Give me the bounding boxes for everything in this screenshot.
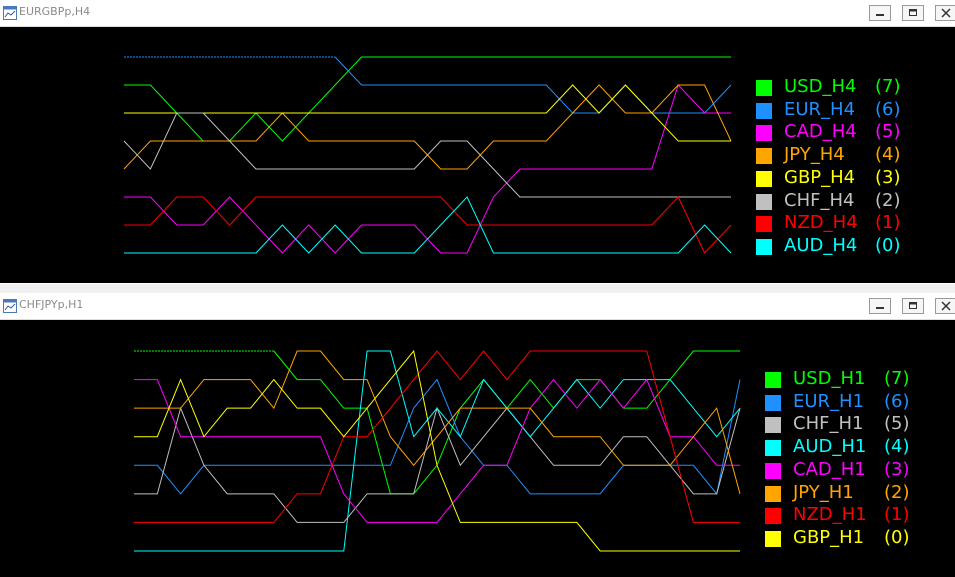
legend-swatch: [765, 372, 781, 388]
minimize-icon: [876, 14, 884, 16]
legend-swatch: [765, 462, 781, 479]
legend-swatch: [765, 394, 781, 411]
legend-label: JPY_H4: [784, 144, 845, 166]
chart-plot-area[interactable]: USD_H1 (7) EUR_H1 (6) CHF_H1 (5) AUD_H1 (4) CAD_…: [0, 320, 955, 577]
legend-swatch: [756, 125, 772, 142]
legend-label: USD_H4: [784, 76, 857, 97]
legend-label: EUR_H4: [784, 98, 856, 120]
close-icon: [941, 301, 951, 311]
chart-window-icon: [3, 298, 17, 313]
window-title-bar[interactable]: CHFJPYp,H1: [0, 293, 955, 320]
legend-swatch: [756, 80, 772, 96]
chart-plot-area[interactable]: USD_H4 (7) EUR_H4 (6) CAD_H4 (5) JPY_H4 (4) GBP_…: [0, 27, 955, 283]
window-title-bar[interactable]: EURGBPp,H4: [0, 0, 955, 27]
legend-label: CAD_H1: [793, 458, 866, 480]
legend-label: AUD_H1: [793, 436, 867, 458]
legend-label: GBP_H1: [793, 526, 865, 548]
legend-rank: (6): [884, 390, 910, 412]
series-line-gbp-h1: [134, 349, 740, 552]
legend-label: USD_H1: [793, 368, 866, 389]
series-line-jpy-h4: [123, 84, 732, 170]
legend-swatch: [756, 170, 772, 187]
series-line-jpy-h1: [134, 350, 741, 494]
minimize-icon: [876, 307, 884, 309]
close-icon: [941, 8, 951, 18]
legend-swatch: [756, 238, 772, 255]
legend-swatch: [765, 417, 781, 434]
legend-label: NZD_H4: [784, 212, 858, 234]
legend-label: AUD_H4: [784, 234, 858, 256]
legend-rank: (0): [875, 234, 901, 256]
chart-window-icon: [3, 5, 17, 20]
legend-rank: (6): [875, 98, 901, 120]
restore-button[interactable]: [902, 298, 924, 314]
series-line-chf-h4: [123, 112, 731, 198]
series-line-aud-h1: [134, 350, 741, 552]
legend-swatch: [765, 508, 781, 525]
legend-label: JPY_H1: [793, 481, 854, 503]
close-button[interactable]: [935, 5, 955, 21]
window-title: CHFJPYp,H1: [19, 298, 84, 311]
series-line-cad-h4: [124, 84, 731, 254]
series-line-usd-h1: [273, 350, 740, 495]
series-line-usd-h4: [124, 56, 731, 142]
minimize-button[interactable]: [869, 5, 891, 21]
legend-label: GBP_H4: [784, 166, 856, 188]
legend-rank: (2): [875, 189, 901, 211]
legend-rank: (7): [884, 368, 910, 389]
chart-legend: USD_H4 (7) EUR_H4 (6) CAD_H4 (5) JPY_H4 (4) GBP_…: [756, 76, 936, 256]
legend-rank: (2): [884, 481, 910, 503]
legend-label: CAD_H4: [784, 121, 857, 143]
legend-rank: (5): [884, 413, 910, 435]
legend-rank: (3): [884, 458, 910, 480]
chart-window-eurgbp: EURGBPp,H4 USD_H4 (7) EUR_H4 (6) CAD_H4 (5) JP…: [0, 0, 955, 284]
series-line-nzd-h4: [124, 196, 732, 254]
window-title: EURGBPp,H4: [19, 5, 91, 18]
legend-swatch: [765, 485, 781, 502]
legend-swatch: [756, 148, 772, 165]
legend-rank: (5): [875, 121, 901, 143]
legend-label: EUR_H1: [793, 390, 865, 412]
minimize-button[interactable]: [869, 298, 891, 314]
legend-swatch: [765, 440, 781, 457]
legend-rank: (1): [884, 504, 910, 526]
restore-icon: [909, 9, 917, 16]
restore-button[interactable]: [902, 5, 924, 21]
legend-swatch: [756, 216, 772, 233]
legend-rank: (1): [875, 212, 901, 234]
legend-rank: (3): [875, 166, 901, 188]
chart-legend: USD_H1 (7) EUR_H1 (6) CHF_H1 (5) AUD_H1 (4) CAD_…: [765, 368, 945, 553]
legend-swatch: [765, 530, 781, 547]
legend-rank: (0): [884, 526, 910, 548]
legend-label: CHF_H4: [784, 189, 855, 211]
legend-swatch: [756, 102, 772, 119]
legend-label: NZD_H1: [793, 504, 867, 526]
restore-icon: [909, 302, 917, 309]
legend-swatch: [756, 193, 772, 210]
legend-label: CHF_H1: [793, 413, 864, 435]
legend-rank: (7): [875, 76, 901, 97]
legend-rank: (4): [884, 436, 910, 458]
legend-rank: (4): [875, 144, 901, 166]
series-line-cad-h1: [134, 378, 740, 523]
close-button[interactable]: [935, 298, 955, 314]
chart-window-chfjpy: CHFJPYp,H1 USD_H1 (7) EUR_H1 (6) CHF_H1 (5) AU…: [0, 293, 955, 577]
